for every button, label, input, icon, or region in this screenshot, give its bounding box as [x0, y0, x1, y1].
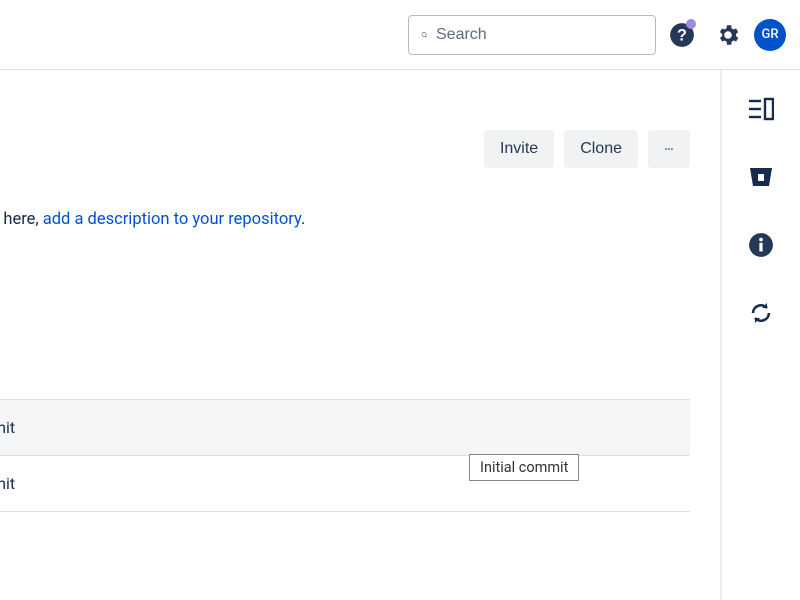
sync-icon: [749, 301, 773, 325]
svg-text:?: ?: [677, 26, 687, 44]
description-line: d here, add a description to your reposi…: [0, 168, 720, 229]
notification-dot: [686, 19, 696, 29]
search-icon: [421, 26, 428, 44]
files-list: mit mit: [0, 399, 690, 512]
right-sidebar: [720, 70, 800, 600]
more-icon: [664, 138, 674, 160]
gear-icon: [715, 22, 741, 48]
clone-button[interactable]: Clone: [564, 130, 638, 168]
add-description-link[interactable]: add a description to your repository: [43, 210, 301, 229]
tooltip: Initial commit: [469, 454, 579, 481]
sidebar-item-details[interactable]: [740, 88, 782, 130]
sidebar-item-sync[interactable]: [740, 292, 782, 334]
bucket-icon: [748, 165, 774, 189]
file-name-fragment: mit: [0, 418, 15, 437]
top-bar: ? GR: [0, 0, 800, 70]
info-icon: [748, 232, 774, 258]
file-row[interactable]: mit: [0, 399, 690, 456]
sidebar-item-info[interactable]: [740, 224, 782, 266]
description-prefix: d here,: [0, 210, 43, 229]
sidebar-item-source[interactable]: [740, 156, 782, 198]
search-input[interactable]: [436, 26, 643, 44]
search-box[interactable]: [408, 15, 656, 55]
user-avatar[interactable]: GR: [754, 19, 786, 51]
more-actions-button[interactable]: [648, 130, 690, 168]
panel-icon: [748, 97, 774, 121]
main-content: Invite Clone d here, add a description t…: [0, 70, 720, 600]
action-row: Invite Clone: [0, 70, 720, 168]
file-row[interactable]: mit: [0, 456, 690, 512]
description-suffix: .: [301, 210, 305, 229]
file-name-fragment: mit: [0, 474, 15, 493]
invite-button[interactable]: Invite: [484, 130, 554, 168]
settings-button[interactable]: [708, 15, 748, 55]
help-button[interactable]: ?: [662, 15, 702, 55]
